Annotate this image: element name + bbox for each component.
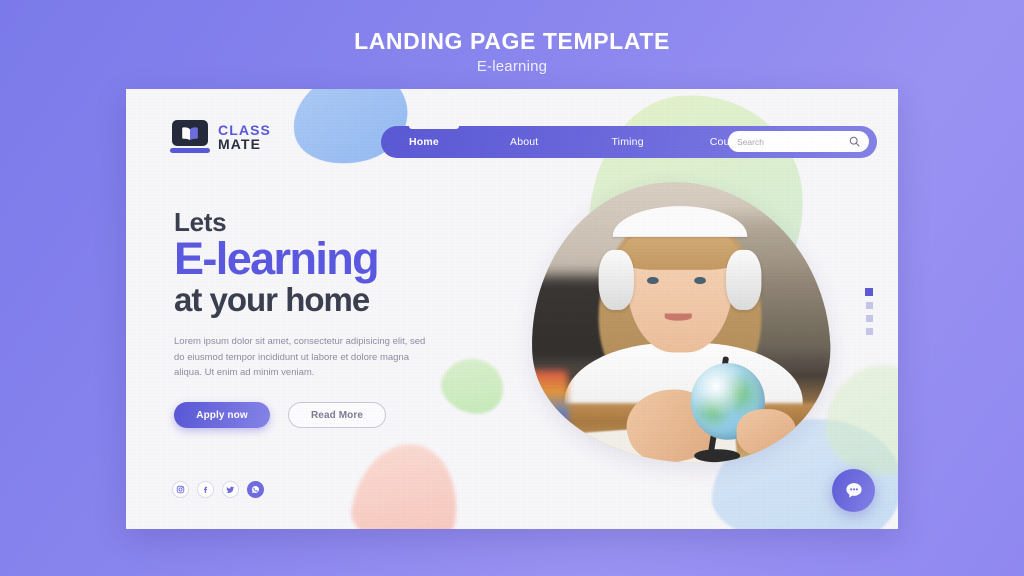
twitter-icon[interactable]: [222, 481, 239, 498]
apply-now-button[interactable]: Apply now: [174, 402, 270, 428]
logo-wordmark: CLASS MATE: [218, 121, 271, 152]
hero-headline: E-learning: [174, 233, 380, 285]
laptop-book-icon: [170, 120, 210, 154]
landing-page-card: CLASS MATE Home About Timing Courses: [126, 89, 898, 529]
search-icon[interactable]: [849, 136, 860, 147]
whatsapp-icon[interactable]: [247, 481, 264, 498]
brand-logo[interactable]: CLASS MATE: [170, 120, 271, 154]
decorative-blob-pink-bottom: [347, 437, 465, 529]
pager-dot-1[interactable]: [865, 288, 873, 296]
facebook-icon[interactable]: [197, 481, 214, 498]
hero-copy: Lets E-learning at your home Lorem ipsum…: [174, 207, 474, 380]
outer-header: LANDING PAGE TEMPLATE E-learning: [0, 28, 1024, 75]
nav-active-indicator: [409, 123, 459, 129]
hero-eyebrow: Lets: [174, 207, 227, 237]
hero-paragraph: Lorem ipsum dolor sit amet, consectetur …: [174, 336, 426, 378]
carousel-pagination: [865, 288, 873, 335]
hero-photo: [523, 174, 837, 472]
search-box[interactable]: [728, 131, 869, 152]
logo-line-class: CLASS: [218, 121, 271, 138]
page-title: LANDING PAGE TEMPLATE: [354, 28, 670, 54]
hero-subheadline: at your home: [174, 280, 370, 318]
logo-line-mate: MATE: [218, 136, 262, 152]
instagram-icon[interactable]: [172, 481, 189, 498]
page-subtitle: E-learning: [476, 58, 548, 76]
search-input[interactable]: [737, 136, 847, 147]
social-links: [172, 481, 264, 498]
pager-dot-4[interactable]: [865, 328, 873, 335]
nav-item-home[interactable]: Home: [409, 136, 439, 148]
page-root: LANDING PAGE TEMPLATE E-learning CLASS M…: [0, 0, 1024, 576]
main-navbar: Home About Timing Courses: [381, 123, 877, 158]
nav-item-timing[interactable]: Timing: [611, 136, 643, 148]
nav-item-about[interactable]: About: [510, 136, 538, 148]
hero-photo-image: [523, 174, 837, 472]
pager-dot-3[interactable]: [865, 315, 873, 322]
read-more-button[interactable]: Read More: [288, 402, 386, 428]
cta-button-row: Apply now Read More: [174, 402, 386, 428]
pager-dot-2[interactable]: [865, 302, 873, 309]
chat-bubble-icon[interactable]: [832, 469, 875, 512]
